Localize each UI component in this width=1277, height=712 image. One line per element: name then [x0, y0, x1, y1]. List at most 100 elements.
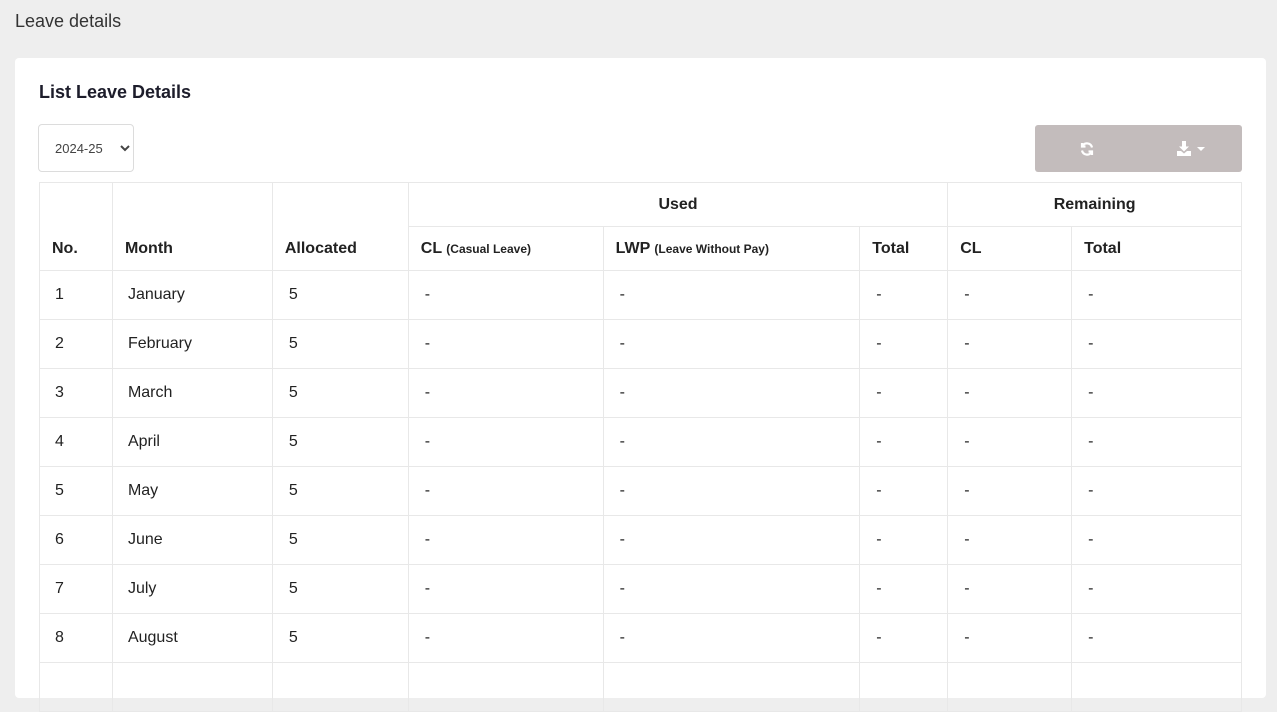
- cell-no: 4: [39, 417, 113, 467]
- cell-no: 5: [39, 466, 113, 516]
- cell-used-total: -: [859, 270, 949, 320]
- cell-used-lwp: -: [602, 515, 861, 565]
- table-row: 7 July 5- - - - -: [39, 564, 1242, 614]
- header-used-cl-label: CL: [420, 239, 442, 257]
- cell-used-cl: -: [407, 319, 604, 369]
- cell-allocated: 5: [271, 270, 409, 320]
- cell-allocated: 5: [271, 515, 409, 565]
- cell-used-total: -: [859, 613, 949, 663]
- card-title: List Leave Details: [39, 82, 192, 102]
- cell-allocated: 5: [271, 319, 409, 369]
- cell-used-cl: -: [407, 515, 604, 565]
- page-title: Leave details: [15, 11, 122, 31]
- download-dropdown-button[interactable]: [1139, 125, 1243, 172]
- header-remaining-cl: CL: [947, 226, 1073, 271]
- cell-used-lwp: -: [602, 417, 861, 467]
- refresh-icon: [1079, 141, 1095, 157]
- cell-used-total: -: [859, 515, 949, 565]
- cell-remaining-total: -: [1071, 319, 1242, 369]
- leave-details-card: List Leave Details 2024-25 No. Month All…: [15, 58, 1266, 712]
- toolbar-button-group: [1035, 125, 1242, 172]
- cell-month: February: [111, 319, 273, 369]
- cell-used-lwp: [602, 662, 861, 712]
- cell-allocated: [271, 662, 409, 712]
- table-row: 8 August 5- - - - -: [39, 613, 1242, 663]
- cell-remaining-total: -: [1071, 515, 1242, 565]
- header-used-lwp-label: LWP: [615, 239, 650, 257]
- header-month: Month: [111, 182, 273, 271]
- cell-remaining-cl: -: [947, 466, 1073, 516]
- cell-remaining-total: -: [1071, 368, 1242, 418]
- header-remaining: Remaining: [947, 182, 1242, 227]
- cell-used-lwp: -: [602, 270, 861, 320]
- cell-used-cl: -: [407, 466, 604, 516]
- cell-used-cl: -: [407, 564, 604, 614]
- cell-month: July: [111, 564, 273, 614]
- cell-used-total: -: [859, 466, 949, 516]
- header-used-total: Total: [859, 226, 949, 271]
- cell-used-lwp: -: [602, 319, 861, 369]
- cell-remaining-total: -: [1071, 417, 1242, 467]
- table-row: [39, 662, 1242, 712]
- cell-allocated: 5: [271, 368, 409, 418]
- cell-no: [39, 662, 113, 712]
- cell-used-total: -: [859, 564, 949, 614]
- cell-remaining-cl: -: [947, 515, 1073, 565]
- header-used-lwp: LWP (Leave Without Pay): [602, 226, 861, 271]
- leave-details-table: No. Month Allocated Used Remaining CL (C…: [39, 182, 1242, 712]
- cell-remaining-total: -: [1071, 270, 1242, 320]
- header-used-cl-note: (Casual Leave): [446, 241, 531, 256]
- cell-no: 3: [39, 368, 113, 418]
- cell-used-cl: -: [407, 368, 604, 418]
- cell-month: May: [111, 466, 273, 516]
- cell-remaining-cl: -: [947, 270, 1073, 320]
- table-body: 1 January 5- - - - -2 February 5- - - - -3 March 5- - - -…: [39, 270, 1242, 712]
- header-used: Used: [407, 182, 949, 227]
- cell-no: 1: [39, 270, 113, 320]
- cell-used-total: [859, 662, 949, 712]
- cell-month: April: [111, 417, 273, 467]
- header-allocated: Allocated: [271, 182, 409, 271]
- cell-month: March: [111, 368, 273, 418]
- header-remaining-total: Total: [1071, 226, 1242, 271]
- cell-remaining-cl: -: [947, 613, 1073, 663]
- download-icon: [1176, 141, 1192, 156]
- cell-month: August: [111, 613, 273, 663]
- cell-month: June: [111, 515, 273, 565]
- cell-remaining-cl: [947, 662, 1073, 712]
- header-used-cl: CL (Casual Leave): [407, 226, 604, 271]
- table-row: 4 April 5- - - - -: [39, 417, 1242, 467]
- cell-remaining-total: -: [1071, 613, 1242, 663]
- refresh-button[interactable]: [1035, 125, 1139, 172]
- cell-used-cl: [407, 662, 604, 712]
- cell-month: [111, 662, 273, 712]
- cell-used-cl: -: [407, 613, 604, 663]
- cell-used-total: -: [859, 417, 949, 467]
- year-select[interactable]: 2024-25: [38, 124, 134, 172]
- cell-no: 7: [39, 564, 113, 614]
- cell-allocated: 5: [271, 417, 409, 467]
- table-row: 5 May 5- - - - -: [39, 466, 1242, 516]
- cell-no: 6: [39, 515, 113, 565]
- cell-allocated: 5: [271, 466, 409, 516]
- cell-allocated: 5: [271, 564, 409, 614]
- cell-used-cl: -: [407, 417, 604, 467]
- chevron-down-icon: [1196, 146, 1205, 151]
- cell-remaining-total: [1071, 662, 1242, 712]
- cell-remaining-cl: -: [947, 319, 1073, 369]
- table-row: 3 March 5- - - - -: [39, 368, 1242, 418]
- cell-used-cl: -: [407, 270, 604, 320]
- cell-remaining-cl: -: [947, 564, 1073, 614]
- cell-no: 8: [39, 613, 113, 663]
- cell-remaining-total: -: [1071, 564, 1242, 614]
- cell-used-total: -: [859, 368, 949, 418]
- cell-used-total: -: [859, 319, 949, 369]
- cell-remaining-cl: -: [947, 368, 1073, 418]
- cell-remaining-total: -: [1071, 466, 1242, 516]
- cell-month: January: [111, 270, 273, 320]
- header-used-lwp-note: (Leave Without Pay): [654, 241, 769, 256]
- cell-no: 2: [39, 319, 113, 369]
- cell-used-lwp: -: [602, 564, 861, 614]
- cell-used-lwp: -: [602, 466, 861, 516]
- table-row: 1 January 5- - - - -: [39, 270, 1242, 320]
